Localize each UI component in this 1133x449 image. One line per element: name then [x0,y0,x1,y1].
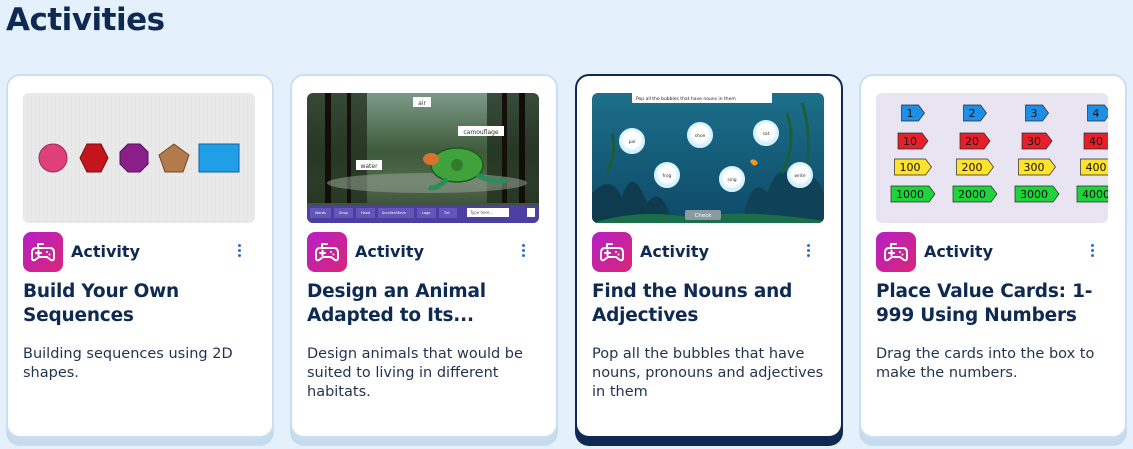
thumb-toolbar-item: Txt [443,211,450,215]
place-value-card-label: 200 [962,161,983,174]
card-type-row: Activity [307,232,539,272]
activity-card[interactable]: 1 2 3 4 10 20 30 40 100 200 300 400 1000 2000 3000 4000… [859,74,1127,438]
more-vertical-icon[interactable] [805,244,811,260]
place-value-card: 300 [1018,158,1056,176]
bubble-word: sing [727,177,736,183]
place-value-card: 1 [901,104,925,122]
place-value-card: 3 [1025,104,1049,122]
place-value-card-label: 300 [1024,161,1045,174]
place-value-card: 3000 [1014,185,1060,203]
place-value-card-label: 4 [1093,107,1100,120]
place-value-card: 200 [956,158,994,176]
card-type-label: Activity [924,242,993,261]
thumb-toolbar-item: Shop [339,211,349,215]
place-value-card: 2 [963,104,987,122]
rectangle-shape [198,143,240,173]
card-description: Building sequences using 2D shapes. [23,346,233,381]
gamepad-icon [876,232,916,272]
place-value-card-label: 10 [903,135,917,148]
card-description: Drag the cards into the box to make the … [876,346,1095,381]
card-type-label: Activity [355,242,424,261]
more-vertical-icon[interactable] [520,244,526,260]
thumb-label: air [418,100,426,107]
card-title[interactable]: Place Value Cards: 1-999 Using Numbers [876,280,1116,328]
place-value-card-label: 100 [900,161,921,174]
activity-card[interactable]: Pop all the bubbles that have nouns in t… [575,74,843,438]
card-title[interactable]: Build Your Own Sequences [23,280,263,328]
place-value-card-label: 30 [1027,135,1041,148]
activity-card[interactable]: Activity Build Your Own Sequences Buildi… [6,74,274,438]
place-value-card: 4 [1087,104,1108,122]
thumb-toolbar-item: Scroller/Move [382,211,406,215]
more-vertical-icon[interactable] [1089,244,1095,260]
activity-card-list: Activity Build Your Own Sequences Buildi… [6,74,1133,449]
gamepad-icon [592,232,632,272]
bubble-word: write [794,173,806,179]
card-type-label: Activity [640,242,709,261]
thumb-toolbar-item: Hand [361,211,370,215]
card-thumbnail: 1 2 3 4 10 20 30 40 100 200 300 400 1000 2000 3000 4000 [876,93,1108,223]
section-title: Activities [6,2,165,38]
bubble-word: pal [629,139,636,145]
card-thumbnail: Pop all the bubbles that have nouns in t… [592,93,824,223]
place-value-card-label: 4000 [1082,188,1108,201]
place-value-card: 400 [1080,158,1108,176]
thumb-check-button: Check [695,213,713,219]
place-value-card-label: 2000 [958,188,986,201]
place-value-card-label: 400 [1086,161,1107,174]
thumb-label: camouflage [463,129,499,136]
card-type-row: Activity [592,232,824,272]
gamepad-icon [23,232,63,272]
activities-page: Activities Activity Build Your Own Seque… [0,0,1133,449]
gamepad-icon [307,232,347,272]
thumb-toolbar-item: Words [315,211,326,215]
card-description: Design animals that would be suited to l… [307,346,523,400]
place-value-card: 10 [897,132,929,150]
circle-shape [38,143,68,173]
bubble-word: shoe [695,133,706,139]
card-thumbnail [23,93,255,223]
place-value-card-label: 1 [907,107,914,120]
place-value-card: 1000 [890,185,936,203]
place-value-card-label: 3 [1031,107,1038,120]
bubble-word: frog [663,173,672,179]
card-description: Pop all the bubbles that have nouns, pro… [592,346,824,400]
activity-card[interactable]: air camouflage water Words Shop Hand Scr… [290,74,558,438]
thumb-toolbar-item: Logo [422,211,430,215]
place-value-card: 100 [894,158,932,176]
card-title[interactable]: Find the Nouns and Adjectives [592,280,832,328]
thumb-label: water [360,163,378,170]
place-value-card-label: 1000 [896,188,924,201]
place-value-card: 20 [959,132,991,150]
card-type-label: Activity [71,242,140,261]
place-value-card-label: 3000 [1020,188,1048,201]
card-type-row: Activity [876,232,1108,272]
bubble-word: sat [763,131,770,137]
place-value-card: 4000 [1076,185,1108,203]
octagon-shape [119,143,149,173]
place-value-card: 30 [1021,132,1053,150]
thumb-input: Type here... [469,210,493,215]
thumb-prompt: Pop all the bubbles that have nouns in t… [636,96,736,102]
card-thumbnail: air camouflage water Words Shop Hand Scr… [307,93,539,223]
place-value-card-label: 2 [969,107,976,120]
place-value-card: 2000 [952,185,998,203]
place-value-card-label: 40 [1089,135,1103,148]
card-type-row: Activity [23,232,255,272]
place-value-card: 40 [1083,132,1108,150]
more-vertical-icon[interactable] [236,244,242,260]
card-title[interactable]: Design an Animal Adapted to Its... [307,280,547,328]
place-value-card-label: 20 [965,135,979,148]
